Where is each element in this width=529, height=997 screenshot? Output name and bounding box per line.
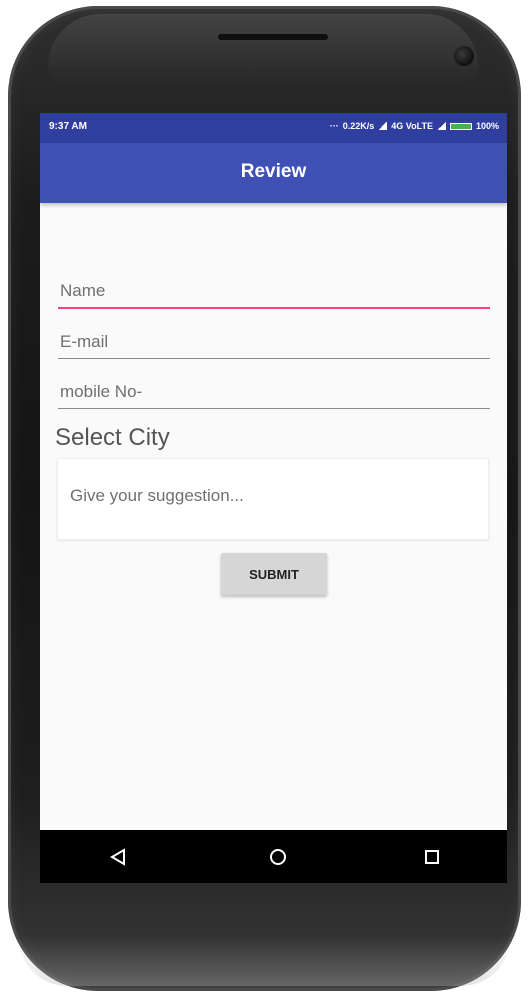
back-button[interactable]	[78, 830, 158, 883]
network-speed: 0.22K/s	[342, 121, 375, 131]
phone-bottom-edge	[18, 936, 511, 986]
recent-square-icon	[425, 849, 439, 864]
battery-percent: 100%	[475, 121, 499, 131]
email-input[interactable]	[58, 325, 490, 359]
recent-apps-button[interactable]	[392, 830, 472, 883]
suggestion-textarea[interactable]	[57, 458, 489, 540]
phone-screen: 9:37 AM ··· 0.22K/s 4G VoLTE 100% Review…	[40, 113, 507, 883]
submit-button[interactable]: SUBMIT	[221, 553, 327, 595]
home-button[interactable]	[238, 830, 318, 883]
home-circle-icon	[270, 848, 286, 865]
name-input[interactable]	[58, 275, 490, 309]
network-type: 4G VoLTE	[391, 121, 433, 131]
select-city-spinner[interactable]: Select City	[55, 424, 170, 452]
phone-gloss	[48, 14, 478, 84]
app-bar: Review	[40, 143, 507, 203]
mobile-input[interactable]	[58, 375, 490, 409]
page-title: Review	[240, 161, 307, 182]
navigation-bar	[40, 830, 507, 883]
notification-dots: ···	[329, 121, 339, 131]
back-triangle-icon	[110, 847, 125, 866]
status-time: 9:37 AM	[49, 121, 87, 132]
battery-icon	[449, 122, 472, 130]
signal-icon	[378, 122, 388, 130]
front-camera	[454, 46, 474, 66]
signal-icon	[436, 122, 446, 130]
earpiece-speaker	[218, 34, 328, 40]
status-indicators: ··· 0.22K/s 4G VoLTE 100%	[330, 121, 499, 131]
status-bar: 9:37 AM ··· 0.22K/s 4G VoLTE 100%	[40, 113, 507, 143]
